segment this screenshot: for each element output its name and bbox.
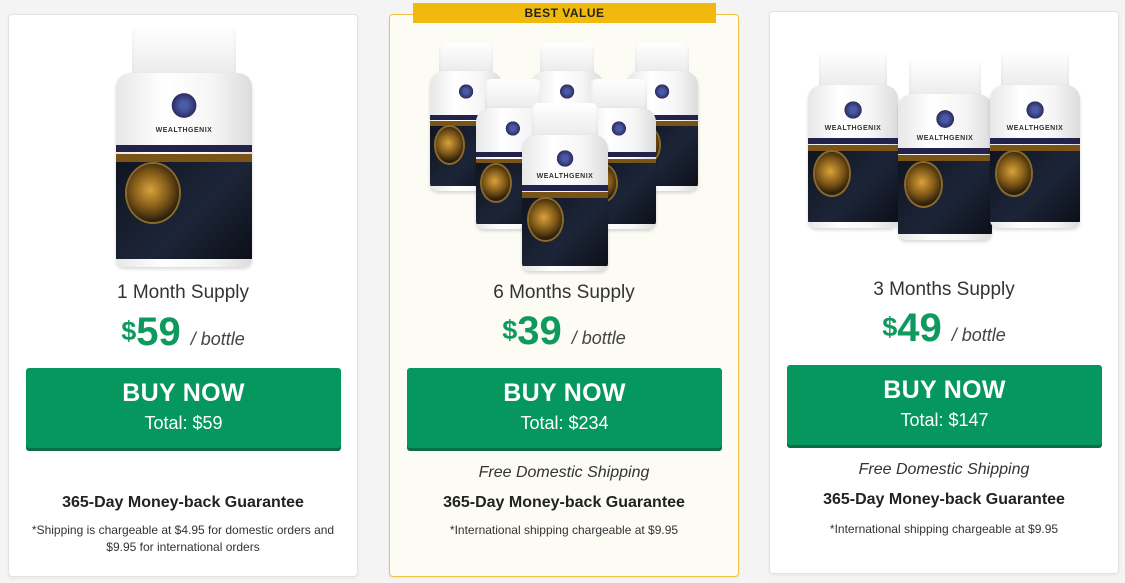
price-amount: 49 bbox=[897, 306, 942, 350]
buy-now-button[interactable]: BUY NOW Total: $147 bbox=[787, 365, 1102, 445]
product-bottle: WEALTHGENIX bbox=[898, 60, 992, 240]
buy-now-button[interactable]: BUY NOW Total: $59 bbox=[26, 368, 341, 448]
shipping-footnote: *International shipping chargeable at $9… bbox=[829, 522, 1059, 536]
price-amount: 39 bbox=[517, 309, 562, 353]
product-image-3-bottles: WEALTHGENIX WEALTHGENIX WEALTHGENIX bbox=[770, 42, 1118, 242]
free-shipping-text: Free Domestic Shipping bbox=[478, 464, 650, 481]
currency-symbol: $ bbox=[882, 312, 898, 342]
product-bottle: WEALTHGENIX bbox=[990, 52, 1080, 228]
per-bottle-label: / bottle bbox=[951, 325, 1006, 345]
best-value-badge: BEST VALUE bbox=[413, 3, 716, 23]
free-shipping-text: Free Domestic Shipping bbox=[858, 461, 1030, 478]
buy-now-label: BUY NOW bbox=[883, 376, 1006, 404]
pricing-card-3-months: WEALTHGENIX WEALTHGENIX WEALTHGENIX 3 Mo… bbox=[769, 11, 1119, 574]
price-per-bottle: $59 / bottle bbox=[9, 310, 357, 355]
supply-title: 6 Months Supply bbox=[493, 282, 635, 303]
shipping-footnote: *International shipping chargeable at $9… bbox=[449, 523, 679, 537]
supply-title: 3 Months Supply bbox=[873, 279, 1015, 300]
product-bottle: WEALTHGENIX bbox=[522, 103, 608, 271]
pricing-card-6-months: BEST VALUE WEALTHGENIX 6 Months Supply $… bbox=[389, 3, 739, 577]
order-total: Total: $234 bbox=[520, 413, 609, 433]
buy-now-button[interactable]: BUY NOW Total: $234 bbox=[407, 368, 722, 448]
shipping-footnote: *Shipping is chargeable at $4.95 for dom… bbox=[31, 523, 335, 554]
price-per-bottle: $49 / bottle bbox=[770, 306, 1118, 351]
currency-symbol: $ bbox=[502, 315, 518, 345]
guarantee-text: 365-Day Money-back Guarantee bbox=[823, 491, 1065, 508]
product-bottle: WEALTHGENIX bbox=[808, 52, 898, 228]
order-total: Total: $147 bbox=[900, 410, 989, 430]
guarantee-text: 365-Day Money-back Guarantee bbox=[443, 494, 685, 511]
product-bottle: WEALTHGENIX bbox=[116, 27, 252, 267]
guarantee-text: 365-Day Money-back Guarantee bbox=[62, 494, 304, 511]
per-bottle-label: / bottle bbox=[190, 329, 245, 349]
buy-now-label: BUY NOW bbox=[122, 379, 245, 407]
pricing-card-1-month: WEALTHGENIX 1 Month Supply $59 / bottle B… bbox=[8, 14, 358, 577]
product-image-6-bottles: WEALTHGENIX bbox=[390, 37, 738, 277]
supply-title: 1 Month Supply bbox=[116, 282, 250, 303]
buy-now-label: BUY NOW bbox=[503, 379, 626, 407]
per-bottle-label: / bottle bbox=[571, 328, 626, 348]
price-per-bottle: $39 / bottle bbox=[390, 309, 738, 354]
currency-symbol: $ bbox=[121, 316, 137, 346]
order-total: Total: $59 bbox=[144, 413, 223, 433]
product-image-1-bottle: WEALTHGENIX bbox=[9, 25, 357, 270]
price-amount: 59 bbox=[136, 310, 181, 354]
